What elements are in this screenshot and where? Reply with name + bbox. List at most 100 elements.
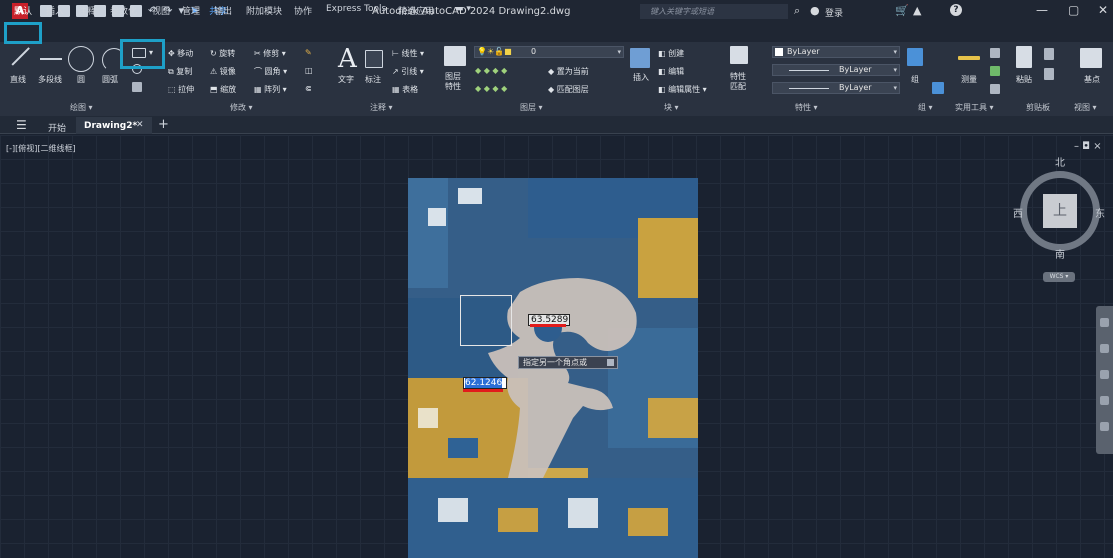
create-block-button[interactable]: ◧ 创建 bbox=[658, 48, 684, 59]
trim-tool-button[interactable]: ✂ 修剪 ▾ bbox=[254, 48, 286, 59]
copy-tool-button[interactable]: ⧉ 复制 bbox=[168, 66, 192, 77]
viewport-window-controls[interactable]: – ◘ × bbox=[1074, 141, 1102, 152]
tab-view[interactable]: 视图 bbox=[152, 4, 170, 17]
paste-label[interactable]: 粘贴 bbox=[1016, 74, 1032, 85]
measure-icon[interactable] bbox=[958, 56, 980, 60]
utility-tool-icon-3[interactable] bbox=[990, 84, 1000, 94]
help-search-input[interactable]: 键入关键字或短语 bbox=[640, 4, 788, 19]
match-properties-label[interactable]: 特性 匹配 bbox=[730, 72, 746, 92]
viewcube-north[interactable]: 北 bbox=[1055, 154, 1065, 169]
leader-button[interactable]: ↗ 引线 ▾ bbox=[392, 66, 424, 77]
move-tool-button[interactable]: ✥ 移动 bbox=[168, 48, 193, 59]
dimension-tool-label[interactable]: 标注 bbox=[365, 74, 381, 85]
stretch-tool-button[interactable]: ⬚ 拉伸 bbox=[168, 84, 194, 95]
tab-parametric[interactable]: 参数化 bbox=[110, 4, 137, 17]
scale-tool-button[interactable]: ⬒ 缩放 bbox=[210, 84, 236, 95]
close-icon[interactable]: ✕ bbox=[136, 120, 144, 130]
cart-icon[interactable]: 🛒 bbox=[895, 4, 909, 17]
offset-tool-icon[interactable]: ⋐ bbox=[305, 84, 312, 93]
text-tool-label[interactable]: 文字 bbox=[338, 74, 354, 85]
wcs-menu-button[interactable]: WCS ▾ bbox=[1043, 272, 1075, 282]
viewport-controls-label[interactable]: [-][俯视][二维线框] bbox=[6, 143, 76, 154]
base-view-icon[interactable] bbox=[1080, 48, 1102, 68]
color-dropdown[interactable]: ByLayer ▾ bbox=[772, 46, 900, 58]
orbit-icon[interactable] bbox=[1100, 396, 1109, 405]
erase-tool-icon[interactable]: ✎ bbox=[305, 48, 312, 57]
lineweight-dropdown[interactable]: ByLayer ▾ bbox=[772, 82, 900, 94]
match-properties-icon[interactable] bbox=[730, 46, 748, 64]
mirror-tool-button[interactable]: ⚠ 镜像 bbox=[210, 66, 236, 77]
polyline-tool-label[interactable]: 多段线 bbox=[38, 74, 62, 85]
view-panel-label[interactable]: 视图 ▾ bbox=[1074, 102, 1097, 113]
line-tool-label[interactable]: 直线 bbox=[10, 74, 26, 85]
group-icon[interactable] bbox=[907, 48, 923, 66]
match-layer-button[interactable]: ◆ 匹配图层 bbox=[548, 84, 589, 95]
tab-featured-apps[interactable]: 精选应用 bbox=[398, 4, 434, 17]
minimize-button[interactable]: — bbox=[1036, 3, 1048, 17]
tab-collaborate[interactable]: 协作 bbox=[294, 4, 312, 17]
pan-icon[interactable] bbox=[1100, 344, 1109, 353]
measure-label[interactable]: 测量 bbox=[961, 74, 977, 85]
zoom-icon[interactable] bbox=[1100, 370, 1109, 379]
fillet-tool-button[interactable]: ⌒ 圆角 ▾ bbox=[254, 66, 287, 77]
layer-tool-icons-row1[interactable]: ◆ ◆ ◆ ◆ bbox=[475, 66, 507, 75]
tab-manage[interactable]: 管理 bbox=[182, 4, 200, 17]
tab-express-tools[interactable]: Express Tools bbox=[326, 4, 386, 14]
dimension-tool-icon[interactable] bbox=[365, 50, 383, 68]
layer-properties-label[interactable]: 图层 特性 bbox=[445, 72, 461, 92]
array-tool-button[interactable]: ▦ 阵列 ▾ bbox=[254, 84, 287, 95]
utilities-panel-label[interactable]: 实用工具 ▾ bbox=[955, 102, 994, 113]
block-panel-label[interactable]: 块 ▾ bbox=[664, 102, 679, 113]
copy-clip-icon[interactable] bbox=[1044, 48, 1054, 60]
tab-annotate[interactable]: 注释 bbox=[78, 4, 96, 17]
file-tab-start[interactable]: 开始 bbox=[48, 121, 66, 134]
tab-overflow-icon[interactable]: ▬ ▾ bbox=[455, 4, 471, 14]
linear-dim-button[interactable]: ⊢ 线性 ▾ bbox=[392, 48, 424, 59]
file-tab-drawing2[interactable]: Drawing2* bbox=[84, 121, 137, 131]
group-label[interactable]: 组 bbox=[911, 74, 919, 85]
utility-tool-icon-1[interactable] bbox=[990, 48, 1000, 58]
menu-icon[interactable]: ☰ bbox=[16, 118, 27, 132]
viewcube-south[interactable]: 南 bbox=[1055, 246, 1065, 261]
group-select-icon[interactable] bbox=[932, 82, 944, 94]
autodesk-app-icon[interactable]: ▲ bbox=[913, 4, 921, 17]
paste-icon[interactable] bbox=[1016, 46, 1032, 68]
make-current-button[interactable]: ◆ 置为当前 bbox=[548, 66, 589, 77]
edit-attributes-button[interactable]: ◧ 编辑属性 ▾ bbox=[658, 84, 707, 95]
modify-panel-label[interactable]: 修改 ▾ bbox=[230, 102, 253, 113]
insert-block-icon[interactable] bbox=[630, 48, 650, 68]
new-tab-icon[interactable]: + bbox=[158, 117, 169, 132]
close-window-button[interactable]: ✕ bbox=[1098, 3, 1108, 17]
tab-insert[interactable]: 插入 bbox=[46, 4, 64, 17]
viewcube-east[interactable]: 东 bbox=[1095, 205, 1105, 220]
utility-tool-icon-2[interactable] bbox=[990, 66, 1000, 76]
linetype-dropdown[interactable]: ByLayer ▾ bbox=[772, 64, 900, 76]
rotate-tool-button[interactable]: ↻ 旋转 bbox=[210, 48, 235, 59]
edit-block-button[interactable]: ◧ 编辑 bbox=[658, 66, 684, 77]
viewcube-west[interactable]: 西 bbox=[1013, 205, 1023, 220]
arc-tool-label[interactable]: 圆弧 bbox=[102, 74, 118, 85]
explode-tool-icon[interactable]: ◫ bbox=[305, 66, 313, 75]
viewcube-top-face[interactable]: 上 bbox=[1043, 194, 1077, 228]
search-icon[interactable]: ⌕ bbox=[794, 4, 806, 17]
annotation-panel-label[interactable]: 注释 ▾ bbox=[370, 102, 393, 113]
login-link[interactable]: 登录 bbox=[825, 6, 843, 19]
help-icon[interactable]: ? bbox=[950, 4, 962, 16]
down-arrow-key-icon[interactable] bbox=[607, 359, 614, 366]
cut-clip-icon[interactable] bbox=[1044, 68, 1054, 80]
table-button[interactable]: ▦ 表格 bbox=[392, 84, 418, 95]
layer-tool-icons-row2[interactable]: ◆ ◆ ◆ ◆ bbox=[475, 84, 507, 93]
layers-panel-label[interactable]: 图层 ▾ bbox=[520, 102, 543, 113]
steering-wheel-icon[interactable] bbox=[1100, 318, 1109, 327]
user-icon[interactable]: ● bbox=[810, 4, 822, 17]
properties-panel-label[interactable]: 特性 ▾ bbox=[795, 102, 818, 113]
maximize-button[interactable]: ▢ bbox=[1068, 3, 1079, 17]
circle-tool-label[interactable]: 圆 bbox=[77, 74, 85, 85]
base-view-label[interactable]: 基点 bbox=[1084, 74, 1100, 85]
polyline-tool-icon[interactable] bbox=[40, 58, 62, 60]
circle-tool-icon[interactable] bbox=[68, 46, 94, 72]
text-tool-icon[interactable]: A bbox=[338, 44, 357, 74]
clipboard-panel-label[interactable]: 剪贴板 bbox=[1026, 102, 1050, 113]
showmotion-icon[interactable] bbox=[1100, 422, 1109, 431]
draw-panel-label[interactable]: 绘图 ▾ bbox=[70, 102, 93, 113]
